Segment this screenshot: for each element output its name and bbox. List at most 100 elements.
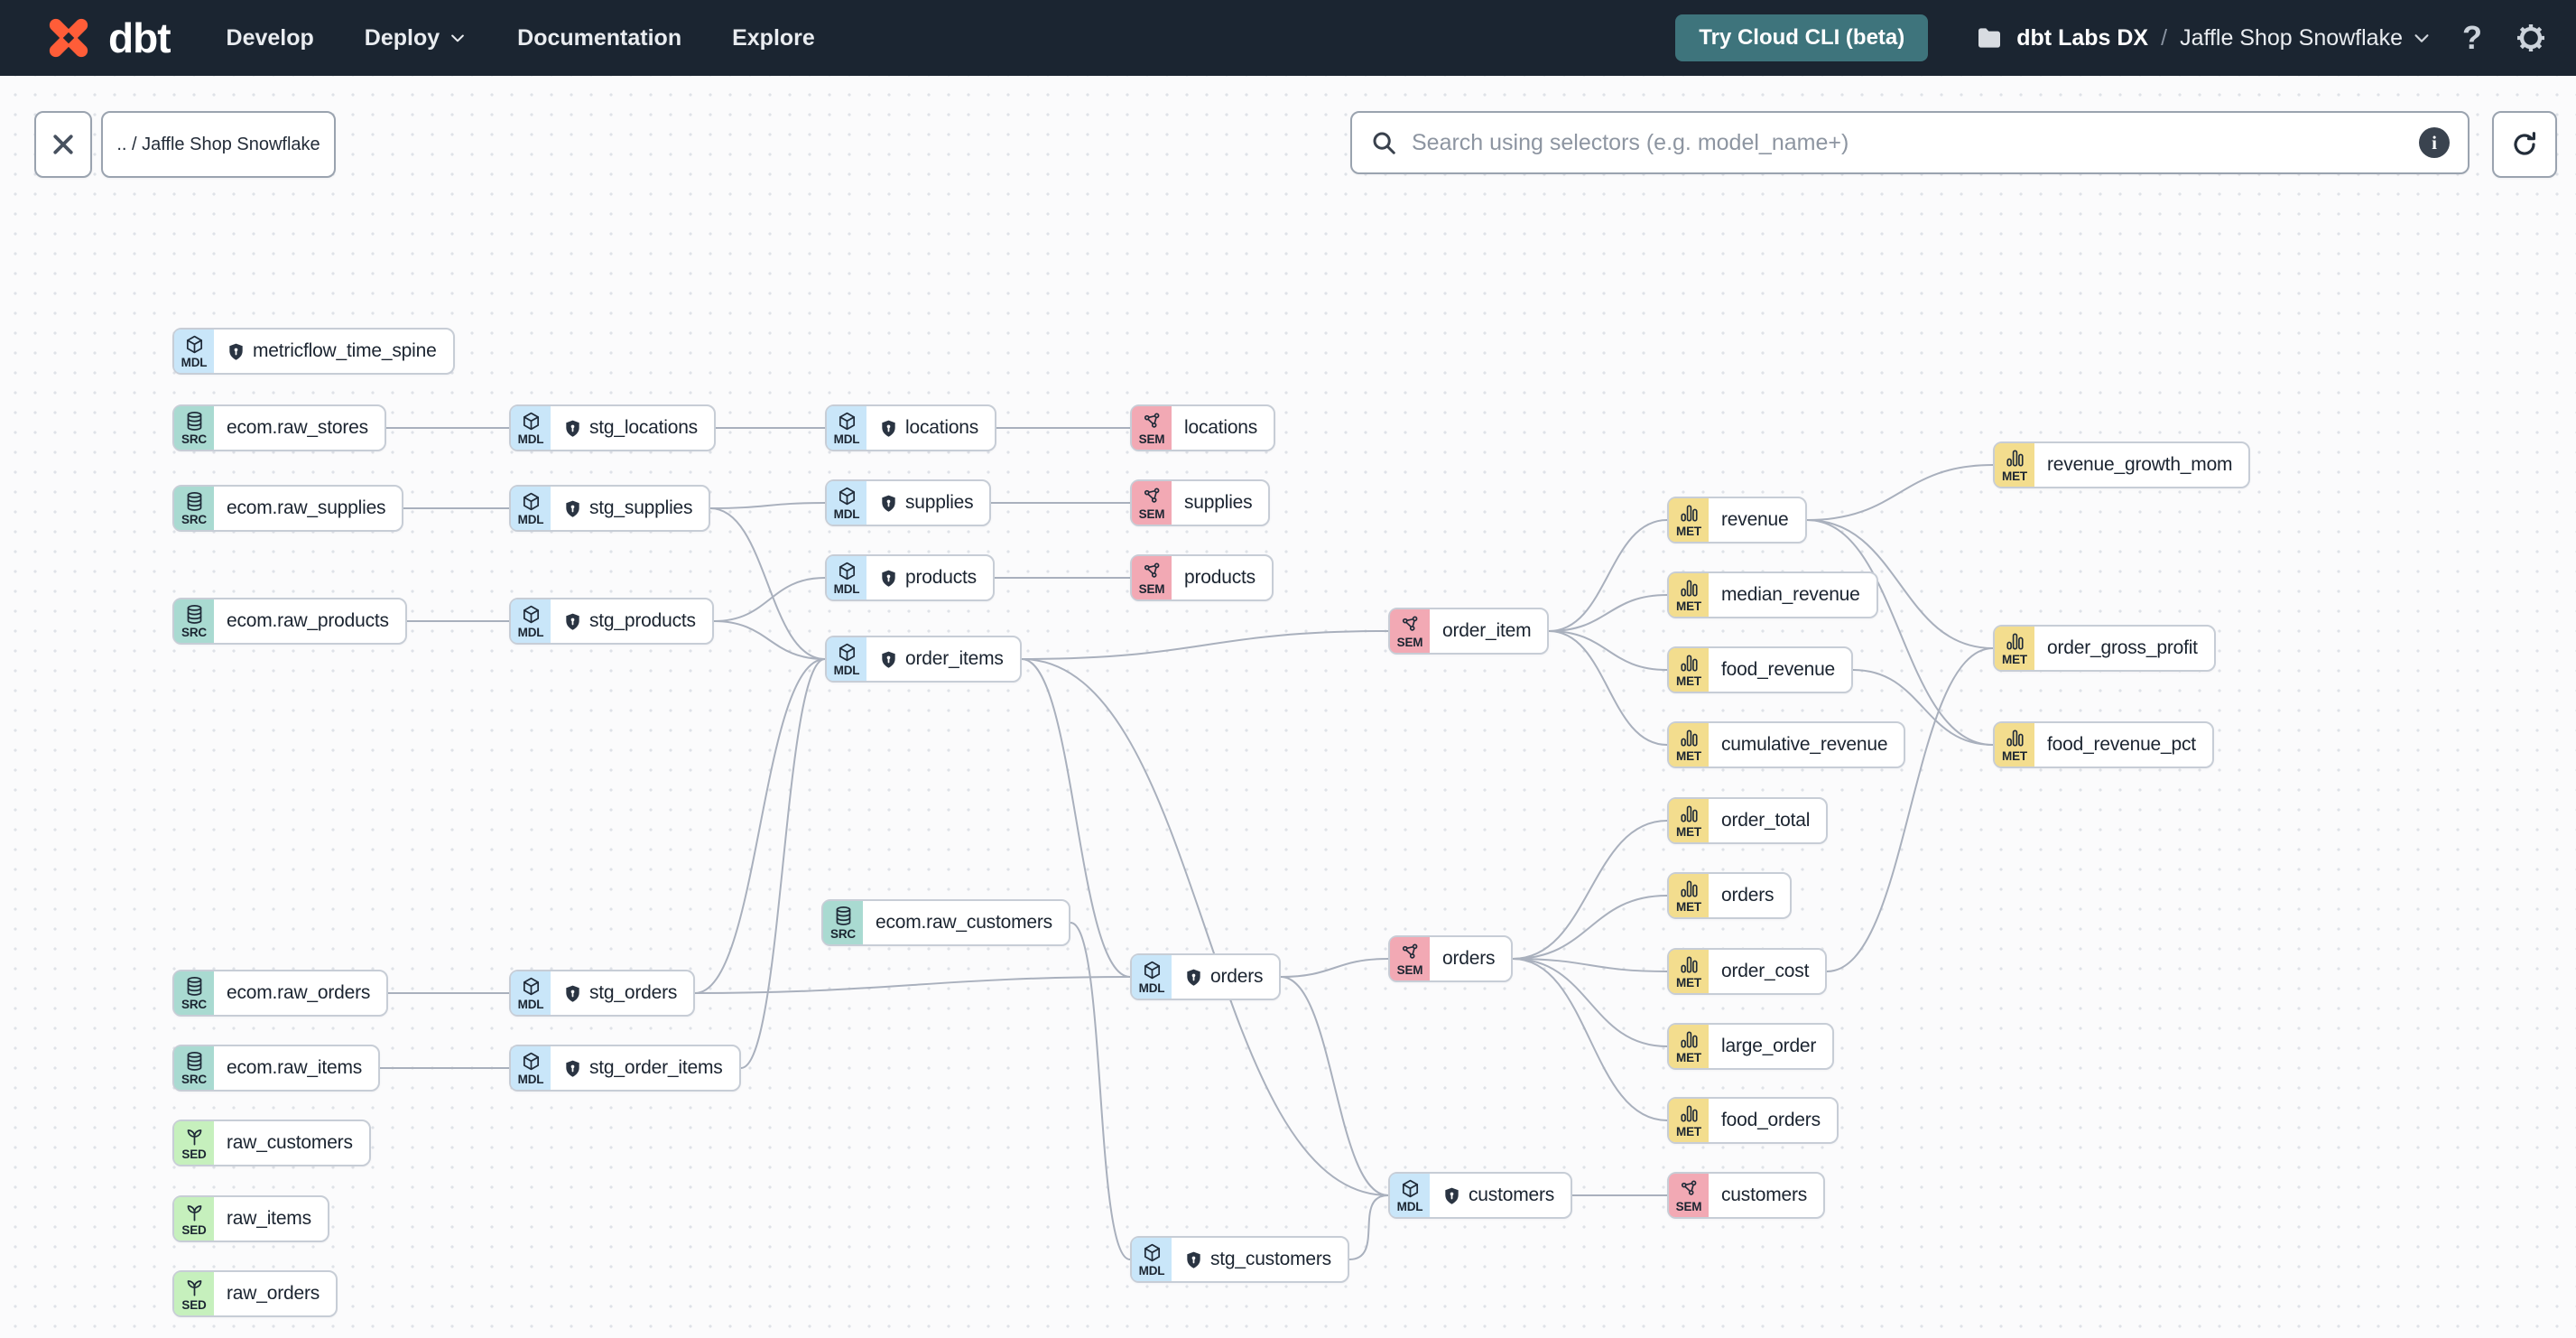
node-type-label: MET	[2002, 469, 2027, 483]
lineage-node-met_food_revenue_pct[interactable]: MET food_revenue_pct	[1993, 721, 2214, 768]
node-body: supplies	[866, 481, 989, 525]
metric-bars-icon	[2005, 448, 2025, 469]
lineage-node-met_order_total[interactable]: MET order_total	[1667, 797, 1829, 844]
lineage-node-mdl_stg_customers[interactable]: MDL stg_customers	[1130, 1236, 1349, 1283]
lineage-node-sem_order_item[interactable]: SEM order_item	[1388, 608, 1550, 655]
help-button[interactable]: ?	[2462, 19, 2482, 57]
node-label: order_item	[1442, 620, 1532, 641]
node-label: products	[1184, 567, 1256, 588]
lineage-breadcrumb[interactable]: .. / Jaffle Shop Snowflake	[101, 111, 336, 178]
shield-icon	[1184, 1250, 1203, 1269]
database-icon	[184, 604, 205, 625]
lineage-node-met_cumulative_revenue[interactable]: MET cumulative_revenue	[1667, 721, 1906, 768]
lineage-node-src_raw_orders[interactable]: SRC ecom.raw_orders	[172, 970, 389, 1017]
lineage-node-met_order_cost[interactable]: MET order_cost	[1667, 948, 1828, 995]
lineage-node-met_food_revenue[interactable]: MET food_revenue	[1667, 646, 1854, 693]
node-type-chip: MDL	[827, 481, 866, 525]
lineage-node-mdl_locations[interactable]: MDL locations	[825, 404, 997, 451]
lineage-node-met_orders[interactable]: MET orders	[1667, 872, 1793, 919]
lineage-node-src_raw_items[interactable]: SRC ecom.raw_items	[172, 1045, 381, 1092]
node-label: supplies	[1184, 492, 1253, 513]
lineage-node-mdl_orders[interactable]: MDL orders	[1130, 953, 1282, 1000]
chevron-down-icon	[2414, 34, 2429, 42]
settings-button[interactable]	[2513, 20, 2549, 56]
lineage-node-sem_supplies[interactable]: SEM supplies	[1130, 479, 1271, 526]
lineage-node-met_revenue_growth_mom[interactable]: MET revenue_growth_mom	[1993, 441, 2251, 488]
node-type-label: MDL	[517, 432, 544, 446]
metric-bars-icon	[1679, 578, 1700, 599]
cube-icon	[521, 1051, 542, 1072]
node-body: supplies	[1172, 481, 1268, 525]
info-icon[interactable]: i	[2419, 127, 2450, 158]
edge-sem_orders-to-met_food_orders	[1512, 958, 1668, 1121]
lineage-node-mdl_stg_products[interactable]: MDL stg_products	[509, 598, 714, 645]
node-label: stg_order_items	[589, 1057, 723, 1078]
account-name[interactable]: dbt Labs DX	[2016, 25, 2148, 51]
node-type-label: MET	[1676, 748, 1701, 763]
nav-item-explore[interactable]: Explore	[732, 25, 815, 51]
shield-icon	[563, 419, 582, 438]
lineage-node-mdl_supplies[interactable]: MDL supplies	[825, 479, 992, 526]
node-type-chip: MET	[1669, 498, 1709, 542]
lineage-node-met_order_gross_profit[interactable]: MET order_gross_profit	[1993, 625, 2216, 672]
lineage-node-sed_raw_customers[interactable]: SED raw_customers	[172, 1120, 371, 1166]
lineage-node-sed_raw_items[interactable]: SED raw_items	[172, 1195, 329, 1242]
node-body: food_orders	[1709, 1099, 1837, 1142]
lineage-node-mdl_stg_locations[interactable]: MDL stg_locations	[509, 404, 716, 451]
node-body: revenue	[1709, 498, 1805, 542]
close-lineage-button[interactable]	[34, 111, 92, 178]
lineage-node-sem_products[interactable]: SEM products	[1130, 554, 1274, 601]
nav-item-deploy[interactable]: Deploy	[365, 25, 467, 51]
shield-icon	[1442, 1186, 1461, 1205]
lineage-node-mdl_stg_order_items[interactable]: MDL stg_order_items	[509, 1045, 741, 1092]
shield-icon	[227, 342, 246, 361]
node-body: ecom.raw_customers	[863, 901, 1069, 944]
lineage-node-sed_raw_orders[interactable]: SED raw_orders	[172, 1270, 338, 1317]
lineage-node-src_raw_customers[interactable]: SRC ecom.raw_customers	[821, 899, 1070, 946]
lineage-node-met_median_revenue[interactable]: MET median_revenue	[1667, 571, 1878, 618]
node-type-chip: MDL	[827, 637, 866, 681]
node-body: customers	[1430, 1174, 1571, 1217]
node-body: orders	[1430, 937, 1511, 980]
database-icon	[833, 906, 854, 926]
dbt-logo[interactable]: dbt	[40, 9, 171, 67]
lineage-node-mdl_stg_orders[interactable]: MDL stg_orders	[509, 970, 696, 1017]
node-body: order_gross_profit	[2034, 627, 2214, 670]
edge-met_revenue-to-met_revenue_growth_mom	[1806, 464, 1994, 521]
database-icon	[184, 411, 205, 432]
cube-icon	[1142, 960, 1163, 980]
node-type-label: MDL	[517, 997, 544, 1011]
lineage-node-mdl_metricflow_time_spine[interactable]: MDL metricflow_time_spine	[172, 328, 455, 375]
try-cloud-cli-button[interactable]: Try Cloud CLI (beta)	[1675, 14, 1929, 61]
nav-item-develop[interactable]: Develop	[227, 25, 314, 51]
node-body: stg_products	[551, 599, 712, 643]
lineage-node-sem_orders[interactable]: SEM orders	[1388, 935, 1514, 982]
lineage-node-mdl_customers[interactable]: MDL customers	[1388, 1172, 1573, 1219]
nav-item-label: Develop	[226, 24, 314, 51]
lineage-node-mdl_stg_supplies[interactable]: MDL stg_supplies	[509, 485, 711, 532]
node-type-chip: SEM	[1390, 937, 1430, 980]
node-type-label: SEM	[1138, 581, 1165, 596]
edge-mdl_stg_supplies-to-mdl_supplies	[709, 502, 826, 509]
project-selector[interactable]: Jaffle Shop Snowflake	[2180, 25, 2432, 51]
lineage-node-src_raw_stores[interactable]: SRC ecom.raw_stores	[172, 404, 386, 451]
nav-item-documentation[interactable]: Documentation	[517, 25, 681, 51]
lineage-node-mdl_order_items[interactable]: MDL order_items	[825, 636, 1022, 683]
lineage-node-met_food_orders[interactable]: MET food_orders	[1667, 1097, 1839, 1144]
lineage-node-mdl_products[interactable]: MDL products	[825, 554, 995, 601]
node-type-label: MET	[1676, 524, 1701, 538]
refresh-button[interactable]	[2492, 111, 2557, 178]
node-body: raw_items	[214, 1197, 328, 1240]
search-input[interactable]	[1410, 128, 2406, 157]
lineage-node-sem_locations[interactable]: SEM locations	[1130, 404, 1276, 451]
lineage-node-sem_customers[interactable]: SEM customers	[1667, 1172, 1826, 1219]
folder-icon	[1978, 28, 2001, 48]
dbt-logo-icon	[49, 18, 88, 58]
lineage-node-met_large_order[interactable]: MET large_order	[1667, 1023, 1835, 1070]
lineage-node-src_raw_products[interactable]: SRC ecom.raw_products	[172, 598, 407, 645]
lineage-node-src_raw_supplies[interactable]: SRC ecom.raw_supplies	[172, 485, 404, 532]
lineage-node-met_revenue[interactable]: MET revenue	[1667, 497, 1807, 544]
node-label: order_gross_profit	[2047, 637, 2198, 658]
node-type-chip: MET	[1669, 950, 1709, 993]
lineage-canvas[interactable]: MDL metricflow_time_spine SRC ecom.raw_stor…	[0, 0, 2576, 1338]
